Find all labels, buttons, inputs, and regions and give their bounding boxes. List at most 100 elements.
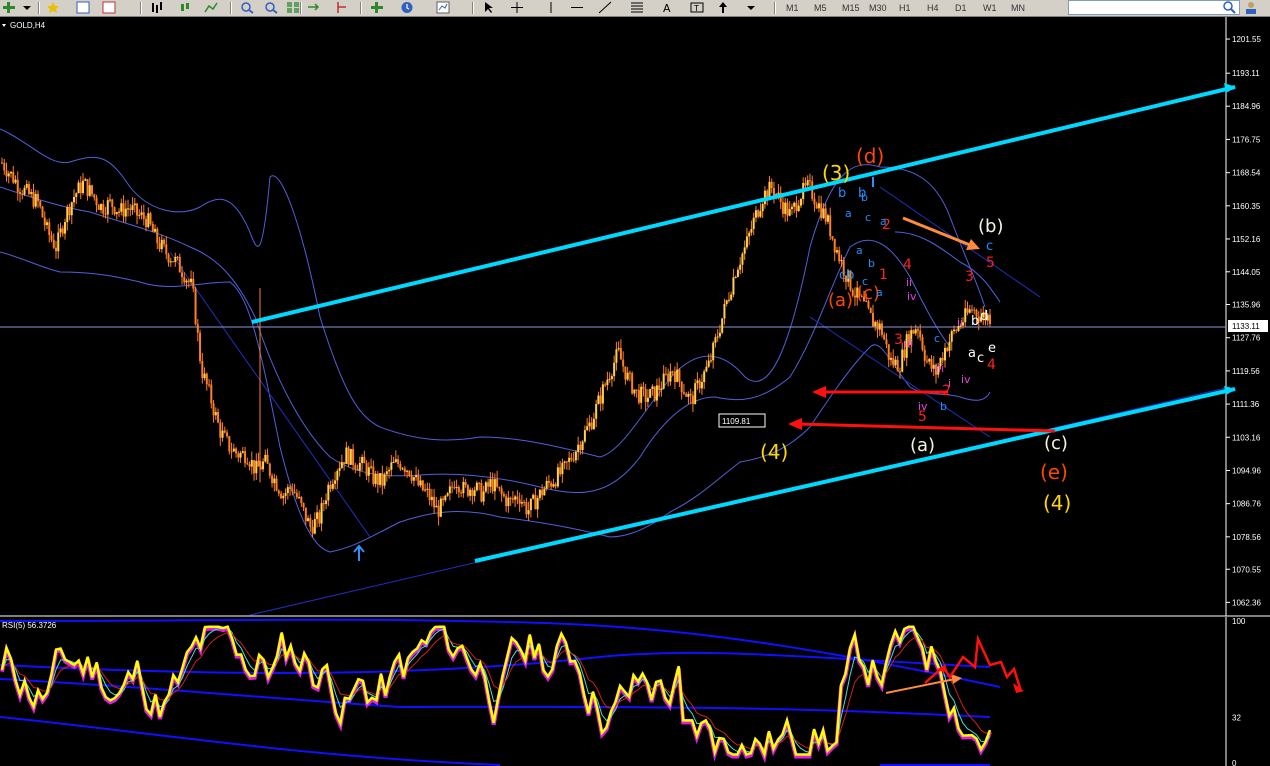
candle-body [826, 215, 829, 222]
candle-body [804, 183, 807, 186]
candle-body [898, 371, 901, 373]
search-input[interactable] [1068, 0, 1240, 15]
candle-body [329, 484, 332, 489]
candle-body [298, 497, 301, 499]
timeframe-button-mn[interactable]: MN [1011, 0, 1025, 16]
candle-body [430, 496, 433, 501]
price-tick-label: 1062.36 [1232, 598, 1261, 607]
candle-body [527, 510, 530, 515]
fibonacci-icon[interactable] [630, 1, 644, 14]
timeframe-button-m30[interactable]: M30 [869, 0, 887, 16]
timeframe-button-d1[interactable]: D1 [955, 0, 967, 16]
timeframe-button-m1[interactable]: M1 [786, 0, 799, 16]
timeframe-button-w1[interactable]: W1 [983, 0, 997, 16]
dropdown-arrow-icon[interactable] [744, 1, 758, 14]
candle-body [345, 447, 348, 464]
candle-body [16, 179, 19, 193]
candle-body [586, 426, 589, 431]
new-chart-icon[interactable] [2, 1, 16, 14]
candle-body [964, 308, 967, 323]
candle-body [563, 461, 566, 463]
candle-body [82, 180, 85, 193]
candle-body [572, 459, 575, 461]
candle-body [419, 480, 422, 486]
candle-body [793, 202, 796, 207]
trendline-icon[interactable] [598, 1, 612, 14]
candle-body [950, 331, 953, 342]
candle-body [592, 418, 595, 430]
candle-body [509, 497, 512, 499]
candle-body [365, 463, 368, 476]
auto-scroll-icon[interactable] [306, 1, 320, 14]
text-tool-icon[interactable]: A [660, 1, 674, 14]
window-icon[interactable] [76, 1, 90, 14]
periods-clock-icon[interactable] [400, 1, 414, 14]
candle-body [901, 349, 904, 372]
candle-body [140, 212, 143, 215]
candle-body [41, 206, 44, 218]
wave-label: (b) [978, 216, 1003, 237]
timeframe-button-m15[interactable]: M15 [842, 0, 860, 16]
horizontal-line-icon[interactable] [570, 1, 584, 14]
candle-body [142, 212, 145, 219]
wave-label: (c) [1044, 433, 1068, 454]
tile-windows-icon[interactable] [286, 1, 300, 14]
candle-body [471, 489, 474, 496]
arrows-icon[interactable] [716, 1, 730, 14]
candle-body [752, 217, 755, 229]
candle-body [482, 491, 485, 502]
candle-body [158, 243, 161, 250]
candle-body [64, 222, 67, 234]
indicators-icon[interactable] [370, 1, 384, 14]
templates-icon[interactable] [436, 1, 450, 14]
candlestick-icon[interactable] [178, 1, 192, 14]
candle-body [795, 202, 798, 212]
wave-label: ii [906, 276, 912, 289]
candle-body [442, 498, 445, 501]
candle-body [363, 456, 366, 464]
bar-chart-icon[interactable] [150, 1, 164, 14]
candle-body [367, 467, 370, 476]
price-tick-label: 1078.56 [1232, 533, 1261, 542]
timeframe-button-h4[interactable]: H4 [927, 0, 939, 16]
wave-label: b [868, 257, 875, 270]
candle-body [777, 192, 780, 194]
account-icon[interactable] [1244, 1, 1258, 14]
crosshair-icon[interactable] [510, 1, 524, 14]
candle-body [673, 371, 676, 382]
candle-body [712, 342, 715, 361]
toolbar-separator [300, 2, 302, 14]
candle-body [635, 389, 638, 391]
candle-body [120, 203, 123, 212]
candle-body [581, 441, 584, 450]
candle-body [840, 260, 843, 262]
candle-body [187, 280, 190, 282]
candle-body [757, 210, 760, 217]
zoom-in-icon[interactable] [240, 1, 254, 14]
price-tick-label: 1160.35 [1232, 202, 1261, 211]
candle-body [320, 503, 323, 524]
candle-body [894, 359, 897, 365]
price-chart[interactable]: GOLD,H4 1201.55 1193.11 1184.96 1176.75 1168… [0, 17, 1270, 766]
cursor-icon[interactable] [482, 1, 496, 14]
chart-shift-icon[interactable] [334, 1, 348, 14]
vertical-line-icon[interactable] [544, 1, 558, 14]
zoom-out-icon[interactable] [264, 1, 278, 14]
line-chart-icon[interactable] [204, 1, 218, 14]
candle-body [761, 204, 764, 212]
timeframe-button-h1[interactable]: H1 [899, 0, 911, 16]
candle-body [880, 323, 883, 335]
candle-body [100, 204, 103, 210]
search-icon[interactable] [1222, 0, 1236, 14]
strategy-tester-icon[interactable] [102, 1, 116, 14]
dropdown-arrow-icon[interactable] [20, 1, 34, 14]
candle-body [228, 436, 231, 452]
candle-body [815, 204, 818, 209]
favorites-star-icon[interactable] [46, 1, 60, 14]
candle-body [554, 484, 557, 487]
candle-body [336, 470, 339, 481]
candle-body [205, 373, 208, 385]
text-label-icon[interactable]: T [690, 1, 704, 14]
timeframe-button-m5[interactable]: M5 [814, 0, 827, 16]
candle-body [700, 382, 703, 389]
